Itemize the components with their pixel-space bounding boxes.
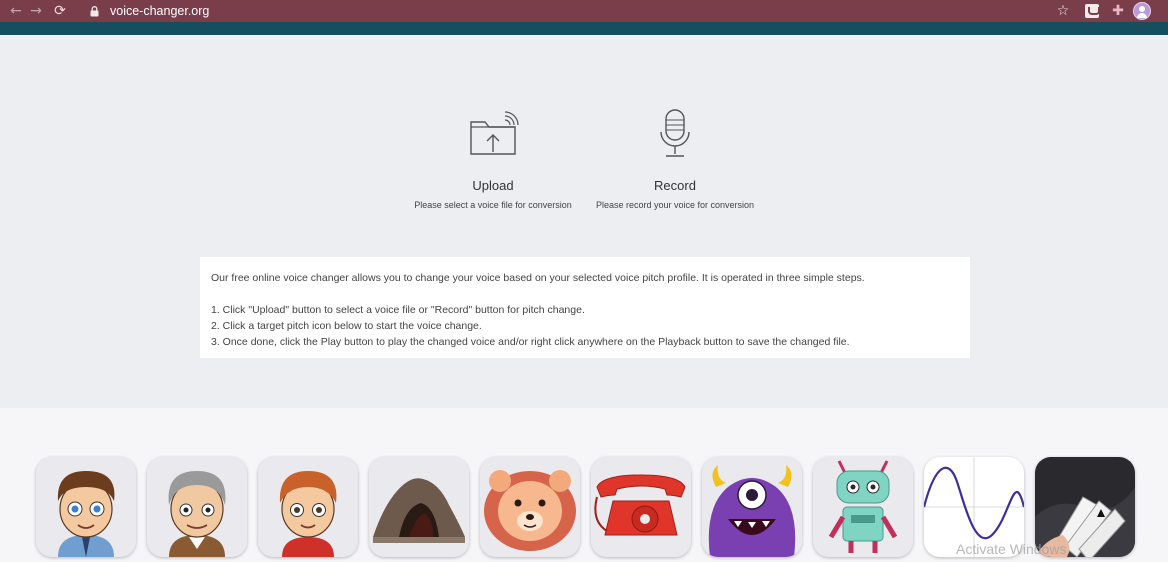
upload-title[interactable]: Upload [393, 178, 593, 193]
pitch-telephone-button[interactable] [591, 457, 691, 557]
telephone-icon [591, 457, 691, 557]
intro-text: Our free online voice changer allows you… [211, 272, 865, 284]
back-arrow-icon[interactable]: ← [6, 1, 26, 21]
pitch-boy-button[interactable] [36, 457, 136, 557]
browser-toolbar: ← → ⟳ voice-changer.org ☆ ✚ [0, 0, 1168, 22]
bookmark-star-icon[interactable]: ☆ [1054, 2, 1072, 20]
pitch-old-man-button[interactable] [147, 457, 247, 557]
boy-icon [36, 457, 136, 557]
robot-icon [813, 457, 913, 557]
reload-icon[interactable]: ⟳ [50, 1, 70, 21]
old-man-icon [147, 457, 247, 557]
record-description: Please record your voice for conversion [595, 200, 755, 210]
pitch-monster-button[interactable] [702, 457, 802, 557]
instructions-box: Our free online voice changer allows you… [200, 257, 970, 358]
address-bar[interactable]: voice-changer.org [82, 1, 1082, 21]
record-tool[interactable]: Record Please record your voice for conv… [575, 108, 775, 210]
folder-upload-icon[interactable] [467, 108, 519, 162]
step-3: 3. Once done, click the Play button to p… [211, 336, 850, 348]
site-header-strip [0, 22, 1168, 35]
kid-icon [258, 457, 358, 557]
pitch-lion-button[interactable] [480, 457, 580, 557]
lion-icon [480, 457, 580, 557]
pitch-robot-button[interactable] [813, 457, 913, 557]
step-2: 2. Click a target pitch icon below to st… [211, 320, 482, 332]
activate-windows-watermark: Activate Windows [956, 541, 1067, 557]
pitch-kid-button[interactable] [258, 457, 358, 557]
step-1: 1. Click "Upload" button to select a voi… [211, 304, 585, 316]
upload-description: Please select a voice file for conversio… [414, 200, 572, 210]
forward-arrow-icon[interactable]: → [26, 1, 46, 21]
record-title[interactable]: Record [575, 178, 775, 193]
profile-avatar[interactable] [1133, 2, 1151, 20]
url-text: voice-changer.org [110, 4, 210, 18]
upload-tool[interactable]: Upload Please select a voice file for co… [393, 108, 593, 210]
pitch-cave-button[interactable] [369, 457, 469, 557]
monster-icon [702, 457, 802, 557]
microphone-icon[interactable] [649, 108, 701, 162]
cave-icon [369, 457, 469, 557]
pocket-extension-icon[interactable] [1085, 4, 1100, 18]
puzzle-extensions-icon[interactable]: ✚ [1109, 2, 1127, 20]
lock-icon [90, 5, 100, 17]
